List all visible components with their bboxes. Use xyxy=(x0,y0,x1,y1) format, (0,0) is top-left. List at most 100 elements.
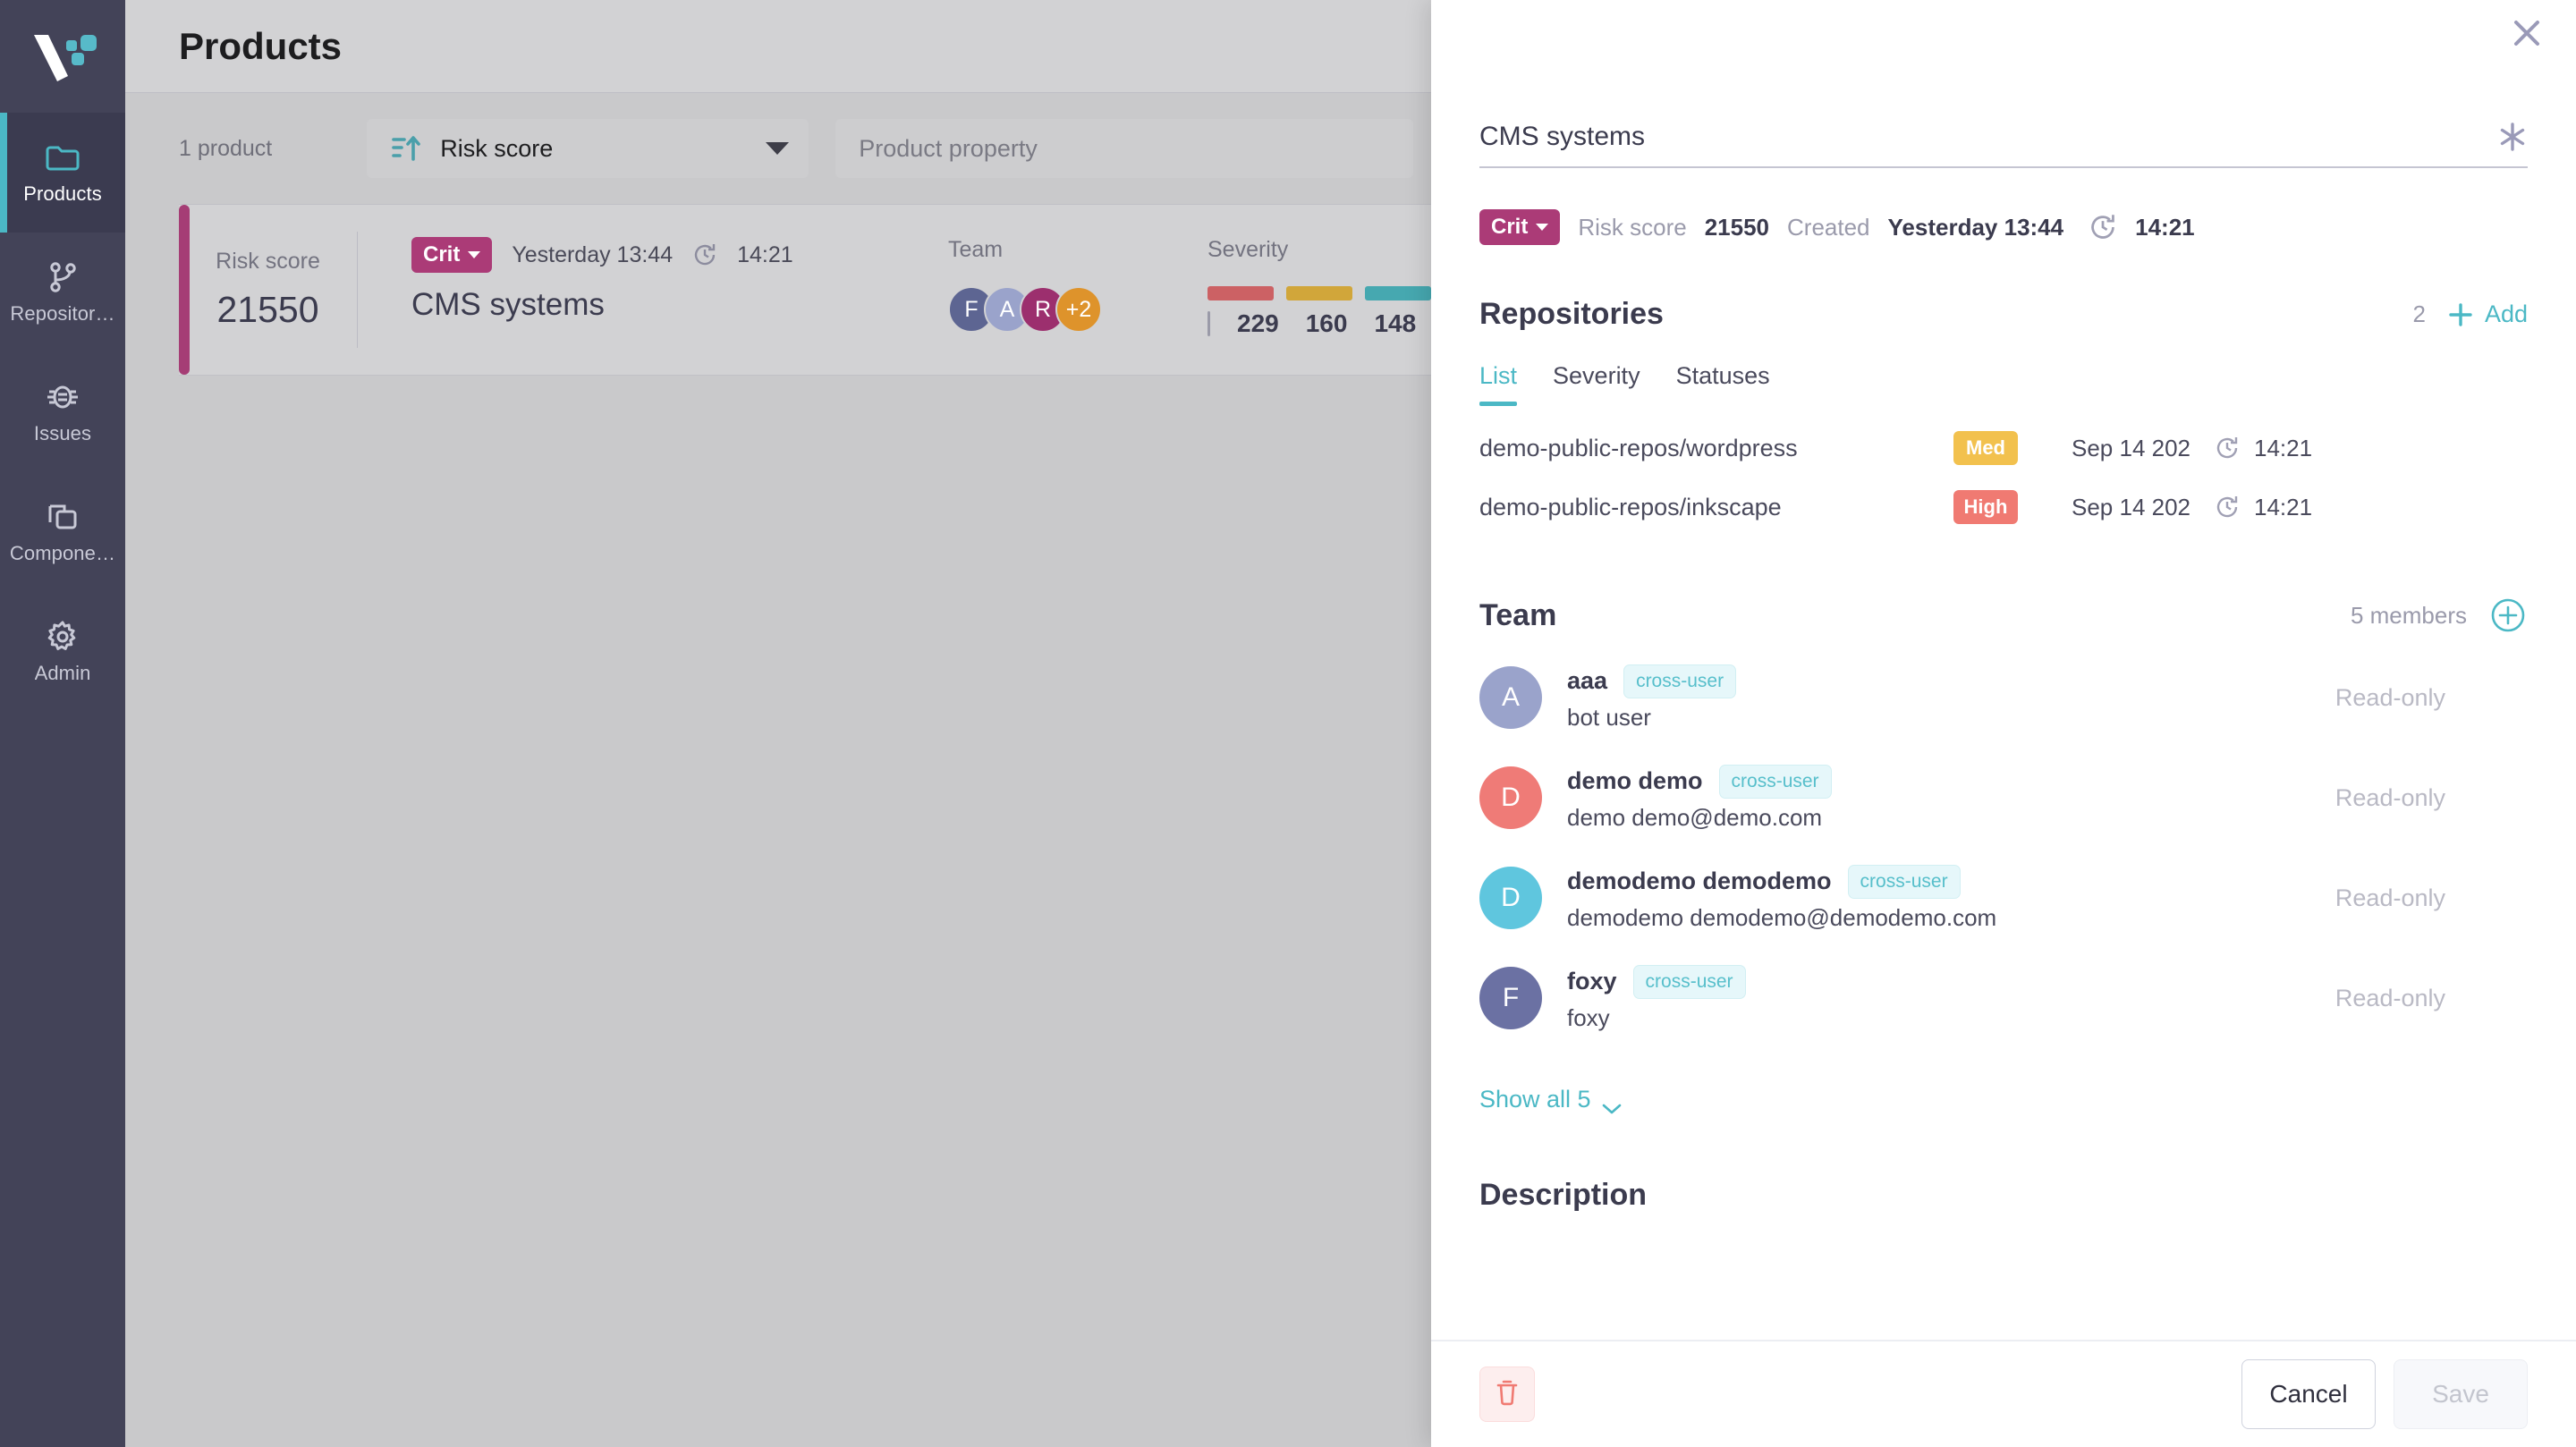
sidebar-item-components[interactable]: Compone… xyxy=(0,472,125,592)
sidebar-item-repositories[interactable]: Repositor… xyxy=(0,233,125,352)
repositories-title: Repositories xyxy=(1479,297,1664,331)
gear-icon xyxy=(45,620,80,654)
severity-badge[interactable]: Crit xyxy=(411,237,493,273)
updated-time: 14:21 xyxy=(737,241,793,267)
panel-footer: Cancel Save xyxy=(1431,1340,2576,1447)
team-members-list: A aaa cross-user bot user Read-only D de… xyxy=(1479,647,2528,1048)
page-header: Products xyxy=(125,0,1431,93)
asterisk-icon[interactable] xyxy=(2497,122,2528,152)
tab-severity[interactable]: Severity xyxy=(1553,362,1640,406)
main-content: Products 1 product Risk score Product pr… xyxy=(125,0,1431,1447)
severity-bar-medium xyxy=(1365,286,1431,300)
severity-column: Severity 229 160 148 xyxy=(1208,205,1431,375)
product-title-input[interactable] xyxy=(1479,122,2318,152)
member-chip: cross-user xyxy=(1847,864,1961,899)
risk-score-label: Risk score xyxy=(1578,213,1687,241)
team-section-header: Team 5 members xyxy=(1479,596,2528,635)
repository-severity-badge: Med xyxy=(1953,431,2018,465)
sidebar: Products Repositor… Issues Compone… Admi xyxy=(0,0,125,1447)
repository-icon xyxy=(45,260,80,294)
save-button: Save xyxy=(2394,1359,2528,1429)
sidebar-item-products[interactable]: Products xyxy=(0,113,125,233)
plus-icon xyxy=(2447,301,2474,328)
team-member-row[interactable]: F foxy cross-user foxy Read-only xyxy=(1479,948,2528,1048)
repositories-list: demo-public-repos/wordpress Med Sep 14 2… xyxy=(1479,419,2528,537)
product-name: CMS systems xyxy=(411,287,605,322)
divider xyxy=(1208,311,1210,336)
repository-severity-badge: High xyxy=(1953,490,2018,524)
member-subtitle: bot user xyxy=(1567,703,1651,731)
severity-badge-label: Crit xyxy=(423,242,461,267)
severity-count-critical: 229 xyxy=(1237,309,1279,337)
toolbar: 1 product Risk score Product property xyxy=(125,93,1431,204)
repository-name: demo-public-repos/wordpress xyxy=(1479,434,1798,461)
cancel-button[interactable]: Cancel xyxy=(2241,1359,2376,1429)
sidebar-item-admin[interactable]: Admin xyxy=(0,592,125,712)
member-role: Read-only xyxy=(2334,884,2445,911)
delete-button[interactable] xyxy=(1479,1367,1535,1422)
severity-accent-bar xyxy=(179,205,190,375)
team-title: Team xyxy=(1479,597,1557,632)
severity-badge-label: Crit xyxy=(1491,215,1529,239)
team-member-row[interactable]: D demodemo demodemo cross-user demodemo … xyxy=(1479,848,2528,948)
created-value: Yesterday 13:44 xyxy=(1887,213,2064,241)
panel-title-row xyxy=(1479,57,2528,168)
severity-count-medium: 148 xyxy=(1374,309,1417,337)
repositories-section-header: Repositories 2 Add xyxy=(1479,297,2528,332)
sidebar-item-issues[interactable]: Issues xyxy=(0,352,125,472)
team-column-label: Team xyxy=(948,237,1004,262)
tab-list[interactable]: List xyxy=(1479,362,1518,406)
repository-date: Sep 14 202 xyxy=(2072,434,2191,461)
repository-time: 14:21 xyxy=(2254,493,2313,520)
severity-badge[interactable]: Crit xyxy=(1479,209,1561,245)
team-column: Team F A R +2 xyxy=(948,205,1208,375)
avatar: D xyxy=(1479,867,1542,929)
show-all-members-label: Show all 5 xyxy=(1479,1086,1591,1113)
bug-icon xyxy=(45,380,80,414)
sort-dropdown[interactable]: Risk score xyxy=(367,119,809,178)
repository-time-wrap: 14:21 xyxy=(2215,435,2312,462)
member-role: Read-only xyxy=(2334,683,2445,711)
close-icon[interactable] xyxy=(2506,13,2547,54)
risk-score-label: Risk score xyxy=(216,249,320,274)
repository-time-wrap: 14:21 xyxy=(2215,494,2312,521)
product-detail-panel: Crit Risk score 21550 Created Yesterday … xyxy=(1431,0,2576,1447)
sidebar-item-label: Products xyxy=(23,182,102,205)
member-name: demodemo demodemo xyxy=(1567,867,1832,894)
team-members-count: 5 members xyxy=(2350,601,2467,629)
vulcan-logo-icon xyxy=(34,35,97,81)
team-member-row[interactable]: D demo demo cross-user demo demo@demo.co… xyxy=(1479,748,2528,848)
clock-refresh-icon xyxy=(2089,213,2117,241)
page-title: Products xyxy=(179,24,343,67)
member-name: foxy xyxy=(1567,968,1617,994)
team-avatars[interactable]: F A R +2 xyxy=(948,286,1208,333)
panel-meta-row: Crit Risk score 21550 Created Yesterday … xyxy=(1479,209,2528,245)
description-section-header: Description xyxy=(1479,1178,2528,1213)
clock-refresh-icon xyxy=(692,242,717,267)
add-repository-label: Add xyxy=(2484,300,2528,327)
product-card[interactable]: Risk score 21550 Crit Yesterday 13:44 14 xyxy=(179,204,1431,376)
panel-topbar xyxy=(1431,0,2576,57)
created-date: Yesterday 13:44 xyxy=(512,241,674,267)
risk-score-value: 21550 xyxy=(216,289,319,330)
circle-plus-icon[interactable] xyxy=(2488,596,2528,635)
product-property-input[interactable]: Product property xyxy=(835,119,1413,178)
severity-bar-high xyxy=(1286,286,1352,300)
repository-row[interactable]: demo-public-repos/inkscape High Sep 14 2… xyxy=(1479,478,2528,537)
show-all-members-button[interactable]: Show all 5 xyxy=(1479,1086,1622,1113)
app-logo[interactable] xyxy=(0,0,125,113)
repository-name: demo-public-repos/inkscape xyxy=(1479,493,1782,520)
created-label: Created xyxy=(1787,213,1870,241)
avatar: A xyxy=(1479,666,1542,729)
member-chip: cross-user xyxy=(1632,964,1746,999)
product-card-body: Crit Yesterday 13:44 14:21 CMS systems xyxy=(358,205,948,375)
severity-counts: 229 160 148 xyxy=(1208,309,1431,338)
tab-statuses[interactable]: Statuses xyxy=(1676,362,1770,406)
repository-row[interactable]: demo-public-repos/wordpress Med Sep 14 2… xyxy=(1479,419,2528,478)
member-role: Read-only xyxy=(2334,783,2445,811)
chevron-down-icon xyxy=(766,142,790,155)
add-repository-button[interactable]: Add xyxy=(2447,300,2528,328)
team-member-row[interactable]: A aaa cross-user bot user Read-only xyxy=(1479,647,2528,748)
sidebar-item-label: Admin xyxy=(34,661,91,684)
avatar-overflow: +2 xyxy=(1055,286,1102,333)
